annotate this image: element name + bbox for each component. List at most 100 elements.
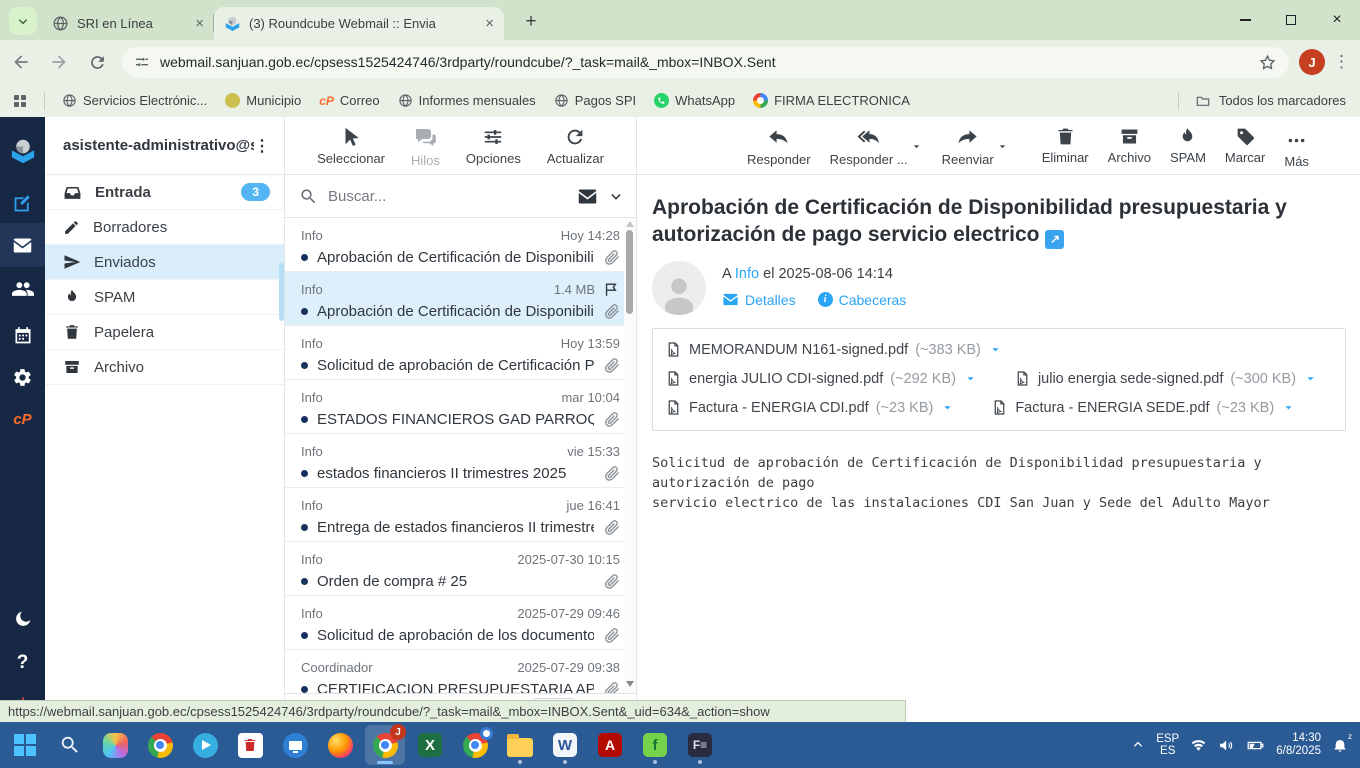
- spam-button[interactable]: SPAM: [1170, 126, 1206, 165]
- message-row-selected[interactable]: Info 1.4 MB Aprobación de Certificación d…: [285, 272, 624, 326]
- language-indicator[interactable]: ESP ES: [1156, 733, 1179, 757]
- volume-icon[interactable]: [1218, 737, 1235, 754]
- message-row[interactable]: Coordinador 2025-07-29 09:38 CERTIFICACIO…: [285, 650, 624, 693]
- message-row[interactable]: Info mar 10:04 ESTADOS FINANCIEROS GAD PA…: [285, 380, 624, 434]
- bookmark-correo[interactable]: cP Correo: [310, 93, 388, 108]
- calendar-icon[interactable]: [0, 313, 45, 357]
- taskbar-search[interactable]: [50, 725, 90, 765]
- battery-icon[interactable]: [1246, 736, 1265, 755]
- bookmark-star-icon[interactable]: [1258, 53, 1277, 72]
- contacts-icon[interactable]: [0, 267, 45, 311]
- dark-mode-moon-icon[interactable]: [0, 597, 45, 641]
- all-bookmarks[interactable]: Todos los marcadores: [1170, 91, 1360, 110]
- refresh-button[interactable]: Actualizar: [547, 126, 604, 166]
- attachment-chip[interactable]: Factura - ENERGIA SEDE.pdf (~23 KB): [991, 394, 1296, 421]
- attachment-chip[interactable]: MEMORANDUM N161-signed.pdf (~383 KB): [665, 336, 1003, 363]
- attachment-name[interactable]: julio energia sede-signed.pdf: [1038, 371, 1223, 387]
- taskbar-chrome[interactable]: [140, 725, 180, 765]
- cpanel-icon[interactable]: cP: [0, 397, 45, 441]
- clock[interactable]: 14:30 6/8/2025: [1276, 732, 1321, 758]
- download-caret-icon[interactable]: [963, 371, 978, 386]
- details-link[interactable]: Detalles: [722, 291, 796, 308]
- taskbar-telegram[interactable]: [185, 725, 225, 765]
- folder-enviados[interactable]: Enviados: [45, 245, 284, 280]
- apps-grid-icon[interactable]: [14, 94, 26, 107]
- help-icon[interactable]: ?: [0, 641, 45, 685]
- taskbar-acrobat[interactable]: A: [590, 725, 630, 765]
- account-menu-icon[interactable]: ⋮: [254, 136, 270, 156]
- search-input[interactable]: [328, 187, 567, 205]
- bookmark-municipio[interactable]: Municipio: [216, 93, 310, 108]
- folder-entrada[interactable]: Entrada 3: [45, 175, 284, 210]
- download-caret-icon[interactable]: [988, 342, 1003, 357]
- message-row[interactable]: Info Hoy 14:28 Aprobación de Certificació…: [285, 218, 624, 272]
- tab-search-button[interactable]: [9, 7, 37, 35]
- settings-gear-icon[interactable]: [0, 355, 45, 399]
- recipient-link[interactable]: Info: [735, 266, 759, 282]
- tab-sri[interactable]: SRI en Línea ×: [42, 7, 214, 40]
- taskbar-chrome-active[interactable]: J: [365, 724, 406, 765]
- download-caret-icon[interactable]: [940, 400, 955, 415]
- headers-link[interactable]: i Cabeceras: [817, 291, 906, 308]
- taskbar-file-explorer[interactable]: [500, 725, 540, 765]
- browser-menu-icon[interactable]: ⋮: [1333, 52, 1350, 72]
- attachment-name[interactable]: Factura - ENERGIA CDI.pdf: [689, 400, 869, 416]
- attachment-chip[interactable]: Factura - ENERGIA CDI.pdf (~23 KB): [665, 394, 955, 421]
- message-row[interactable]: Info jue 16:41 Entrega de estados financi…: [285, 488, 624, 542]
- taskbar-chrome-meet[interactable]: [455, 725, 495, 765]
- tab-close-icon[interactable]: ×: [485, 16, 494, 31]
- profile-avatar[interactable]: J: [1299, 49, 1325, 75]
- options-button[interactable]: Opciones: [466, 126, 521, 166]
- threads-button[interactable]: Hilos: [411, 126, 440, 168]
- attachment-name[interactable]: energia JULIO CDI-signed.pdf: [689, 371, 883, 387]
- start-button[interactable]: [5, 725, 45, 765]
- forward-button[interactable]: [42, 45, 76, 79]
- new-tab-button[interactable]: +: [518, 9, 544, 35]
- attachment-name[interactable]: Factura - ENERGIA SEDE.pdf: [1015, 400, 1209, 416]
- tab-roundcube[interactable]: (3) Roundcube Webmail :: Envia ×: [214, 7, 504, 40]
- scrollbar-thumb[interactable]: [626, 230, 633, 314]
- external-link-icon[interactable]: ↗: [1045, 230, 1065, 249]
- back-button[interactable]: [4, 45, 38, 79]
- list-scrollbar[interactable]: [624, 218, 636, 693]
- message-row[interactable]: Info 2025-07-29 09:46 Solicitud de aproba…: [285, 596, 624, 650]
- message-row[interactable]: Info Hoy 13:59 Solicitud de aprobación de…: [285, 326, 624, 380]
- archive-button[interactable]: Archivo: [1108, 126, 1151, 165]
- attachment-chip[interactable]: julio energia sede-signed.pdf (~300 KB): [1014, 365, 1318, 392]
- attachment-name[interactable]: MEMORANDUM N161-signed.pdf: [689, 342, 908, 358]
- taskbar-recycle-app[interactable]: [230, 725, 270, 765]
- tab-close-icon[interactable]: ×: [195, 16, 204, 31]
- mail-icon[interactable]: [0, 223, 45, 267]
- select-button[interactable]: Seleccionar: [317, 126, 385, 166]
- compose-icon[interactable]: [0, 181, 45, 225]
- chevron-down-icon[interactable]: [608, 188, 624, 204]
- reload-button[interactable]: [80, 45, 114, 79]
- dropdown-caret-icon[interactable]: [910, 140, 923, 153]
- folder-spam[interactable]: SPAM: [45, 280, 284, 315]
- attachment-chip[interactable]: energia JULIO CDI-signed.pdf (~292 KB): [665, 365, 978, 392]
- bookmark-informes[interactable]: Informes mensuales: [389, 93, 545, 108]
- forward-button[interactable]: Reenviar: [942, 126, 994, 167]
- taskbar-copilot[interactable]: [95, 725, 135, 765]
- folder-borradores[interactable]: Borradores: [45, 210, 284, 245]
- delete-button[interactable]: Eliminar: [1042, 126, 1089, 165]
- bookmark-whatsapp[interactable]: WhatsApp: [645, 93, 744, 108]
- message-row[interactable]: Info 2025-07-30 10:15 Orden de compra # 2…: [285, 542, 624, 596]
- scope-envelope-icon[interactable]: [577, 186, 598, 207]
- download-caret-icon[interactable]: [1303, 371, 1318, 386]
- wifi-icon[interactable]: [1190, 737, 1207, 754]
- message-row[interactable]: Info vie 15:33 estados financieros II tri…: [285, 434, 624, 488]
- site-settings-icon[interactable]: [134, 54, 150, 70]
- taskbar-remote-desktop[interactable]: [275, 725, 315, 765]
- close-button[interactable]: ×: [1314, 0, 1360, 40]
- taskbar-facturador-app[interactable]: F≡: [680, 725, 720, 765]
- tray-chevron-up-icon[interactable]: [1131, 738, 1145, 752]
- folder-archivo[interactable]: Archivo: [45, 350, 284, 385]
- bookmark-pagos[interactable]: Pagos SPI: [545, 93, 645, 108]
- reply-all-button[interactable]: Responder ...: [830, 126, 908, 167]
- address-bar[interactable]: webmail.sanjuan.gob.ec/cpsess1525424746/…: [122, 46, 1289, 78]
- download-caret-icon[interactable]: [1281, 400, 1296, 415]
- more-button[interactable]: Más: [1284, 126, 1309, 169]
- taskbar-firefox[interactable]: [320, 725, 360, 765]
- taskbar-signing-app[interactable]: f: [635, 725, 675, 765]
